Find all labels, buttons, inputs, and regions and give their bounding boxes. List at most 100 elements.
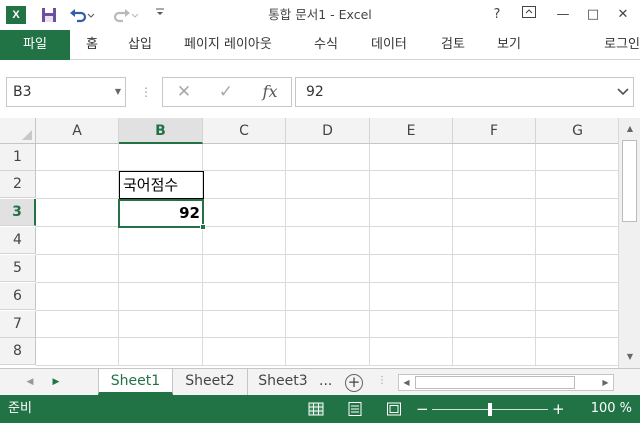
more-sheets-button[interactable]: ... — [319, 369, 332, 396]
row-header-5[interactable]: 5 — [0, 255, 36, 282]
cell-c4[interactable] — [203, 227, 286, 255]
sheet-tab-sheet2[interactable]: Sheet2 — [173, 369, 248, 395]
cell-f2[interactable] — [453, 171, 536, 199]
column-header-e[interactable]: E — [370, 118, 453, 144]
cell-e1[interactable] — [370, 144, 453, 171]
tab-split-grip-icon[interactable]: ⋮ — [377, 375, 387, 386]
cell-f6[interactable] — [453, 283, 536, 311]
horizontal-scrollbar[interactable]: ◀ ▶ — [398, 374, 614, 391]
cell-c7[interactable] — [203, 311, 286, 338]
minimize-button[interactable]: — — [551, 4, 575, 26]
cell-g4[interactable] — [536, 227, 618, 255]
cell-b2[interactable]: 국어점수 — [123, 172, 178, 199]
redo-icon[interactable] — [112, 5, 140, 25]
cell-a4[interactable] — [36, 227, 119, 255]
tab-insert[interactable]: 삽입 — [128, 30, 152, 60]
cell-f8[interactable] — [453, 338, 536, 366]
cell-f1[interactable] — [453, 144, 536, 171]
cell-g1[interactable] — [536, 144, 618, 171]
zoom-level[interactable]: 100 % — [591, 395, 632, 423]
cell-d5[interactable] — [286, 255, 370, 283]
name-box[interactable]: B3 ▼ — [6, 77, 126, 107]
cell-c5[interactable] — [203, 255, 286, 283]
save-icon[interactable] — [38, 5, 60, 25]
fill-handle[interactable] — [200, 224, 206, 230]
cancel-icon[interactable]: ✕ — [169, 80, 199, 104]
sheet-tab-sheet1[interactable]: Sheet1 — [98, 369, 173, 395]
row-header-3[interactable]: 3 — [0, 199, 36, 226]
tab-home[interactable]: 홈 — [86, 30, 98, 60]
worksheet-grid[interactable]: A B C D E F G 1 2 3 4 5 6 7 8 — [0, 118, 618, 368]
cell-g3[interactable] — [536, 199, 618, 227]
add-sheet-button[interactable]: + — [345, 374, 363, 392]
cell-e5[interactable] — [370, 255, 453, 283]
row-header-2[interactable]: 2 — [0, 171, 36, 198]
cell-g6[interactable] — [536, 283, 618, 311]
cell-b7[interactable] — [119, 311, 203, 338]
cell-d6[interactable] — [286, 283, 370, 311]
cell-f5[interactable] — [453, 255, 536, 283]
cell-b5[interactable] — [119, 255, 203, 283]
cell-f4[interactable] — [453, 227, 536, 255]
normal-view-icon[interactable] — [308, 401, 324, 417]
help-button[interactable]: ? — [485, 4, 509, 26]
scroll-down-icon[interactable]: ▼ — [622, 349, 638, 365]
expand-formula-bar-icon[interactable] — [617, 78, 629, 106]
cell-e4[interactable] — [370, 227, 453, 255]
cell-g2[interactable] — [536, 171, 618, 199]
cell-a5[interactable] — [36, 255, 119, 283]
customize-qat-icon[interactable] — [152, 5, 168, 25]
cell-g8[interactable] — [536, 338, 618, 366]
page-layout-view-icon[interactable] — [347, 401, 363, 417]
row-header-4[interactable]: 4 — [0, 227, 36, 254]
maximize-button[interactable]: □ — [581, 4, 605, 26]
page-break-preview-icon[interactable] — [386, 401, 402, 417]
scroll-left-icon[interactable]: ◀ — [399, 375, 414, 390]
zoom-slider-thumb[interactable] — [488, 403, 492, 416]
formula-bar-grip-icon[interactable]: ⋮ — [140, 84, 152, 100]
column-header-d[interactable]: D — [286, 118, 370, 144]
column-header-b[interactable]: B — [119, 118, 203, 144]
ribbon-display-options-button[interactable] — [517, 4, 541, 26]
vertical-scrollbar[interactable]: ▲ ▼ — [618, 118, 640, 368]
cell-e3[interactable] — [370, 199, 453, 227]
undo-icon[interactable] — [68, 5, 96, 25]
tab-file[interactable]: 파일 — [0, 30, 70, 60]
cell-d3[interactable] — [286, 199, 370, 227]
vertical-scroll-thumb[interactable] — [622, 140, 637, 222]
cell-d8[interactable] — [286, 338, 370, 366]
cell-c1[interactable] — [203, 144, 286, 171]
cell-e7[interactable] — [370, 311, 453, 338]
cell-c2[interactable] — [203, 171, 286, 199]
horizontal-scroll-thumb[interactable] — [415, 376, 575, 389]
cell-a2[interactable] — [36, 171, 119, 199]
row-header-6[interactable]: 6 — [0, 283, 36, 310]
cell-e8[interactable] — [370, 338, 453, 366]
column-header-a[interactable]: A — [36, 118, 119, 144]
cell-b4[interactable] — [119, 227, 203, 255]
excel-logo-icon[interactable]: X — [6, 6, 26, 24]
column-header-g[interactable]: G — [536, 118, 618, 144]
cell-a1[interactable] — [36, 144, 119, 171]
cell-g7[interactable] — [536, 311, 618, 338]
enter-icon[interactable]: ✓ — [211, 80, 241, 104]
cell-g5[interactable] — [536, 255, 618, 283]
cell-d1[interactable] — [286, 144, 370, 171]
cell-b8[interactable] — [119, 338, 203, 366]
row-header-1[interactable]: 1 — [0, 144, 36, 171]
cell-a3[interactable] — [36, 199, 119, 227]
select-all-button[interactable] — [0, 118, 36, 144]
insert-function-button[interactable]: fx — [255, 80, 285, 104]
next-sheet-icon[interactable]: ▶ — [48, 369, 64, 396]
row-header-7[interactable]: 7 — [0, 311, 36, 338]
cell-d7[interactable] — [286, 311, 370, 338]
cell-b6[interactable] — [119, 283, 203, 311]
cell-a8[interactable] — [36, 338, 119, 366]
column-header-f[interactable]: F — [453, 118, 536, 144]
cell-b3[interactable]: 92 — [120, 200, 200, 227]
cell-e2[interactable] — [370, 171, 453, 199]
cell-d2[interactable] — [286, 171, 370, 199]
prev-sheet-icon[interactable]: ◀ — [22, 369, 38, 396]
cell-c8[interactable] — [203, 338, 286, 366]
cell-c3[interactable] — [203, 199, 286, 227]
